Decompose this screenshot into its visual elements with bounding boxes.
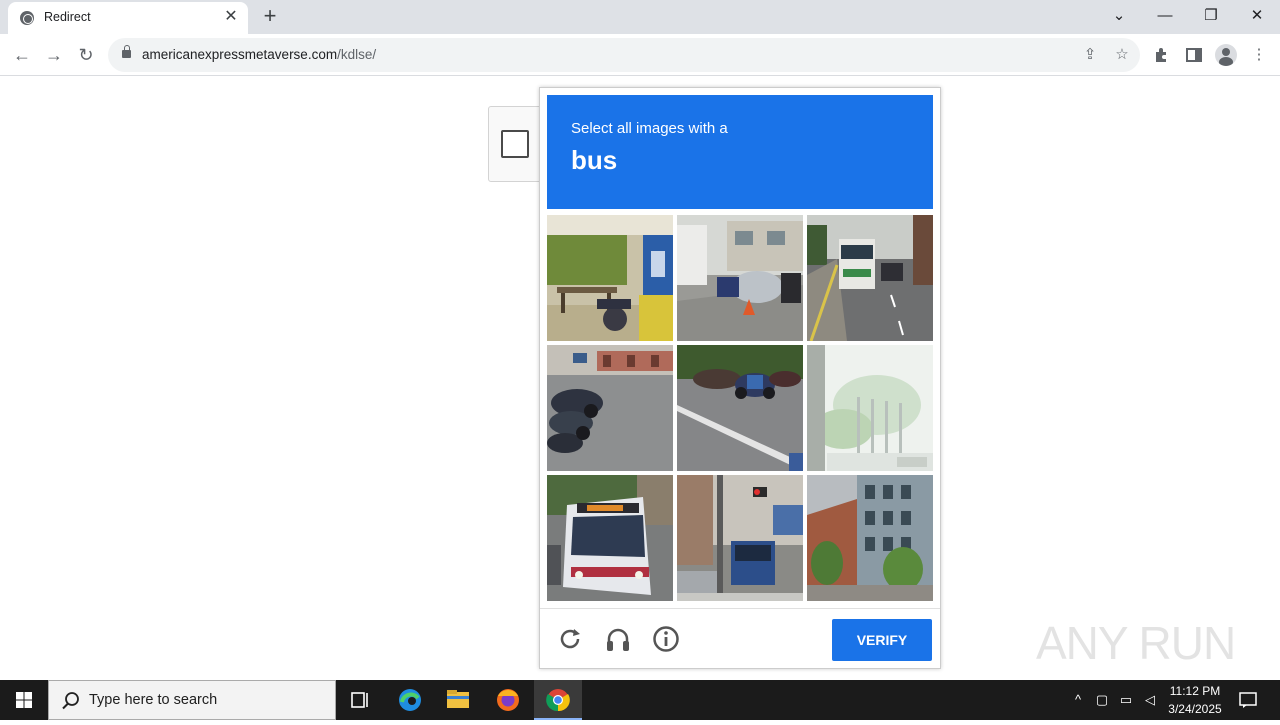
image-grid — [547, 215, 933, 601]
challenge-footer: VERIFY — [540, 608, 940, 668]
captcha-challenge: Select all images with a bus VERIFY — [539, 87, 941, 669]
new-tab-button[interactable]: + — [258, 5, 282, 29]
image-tile[interactable] — [807, 475, 933, 601]
watermark-text: ANY RUN — [1036, 617, 1236, 669]
prompt-instruction: Select all images with a — [571, 120, 728, 137]
side-panel-icon[interactable] — [1183, 44, 1205, 66]
tab-strip: Redirect ✕ + ⌄ — ❐ ✕ — [0, 0, 1280, 34]
challenge-prompt: Select all images with a bus — [547, 95, 933, 209]
minimize-button[interactable]: — — [1147, 4, 1183, 30]
image-tile[interactable] — [807, 345, 933, 471]
network-icon[interactable]: ▭ — [1116, 690, 1136, 710]
menu-kebab-icon[interactable]: ⋮ — [1248, 44, 1270, 66]
url-domain: americanexpressmetaverse.com — [142, 47, 338, 62]
chevron-up-icon[interactable]: ^ — [1068, 690, 1088, 710]
browser-toolbar: ← → ↻ americanexpressmetaverse.com/kdlse… — [0, 34, 1280, 76]
refresh-icon[interactable] — [556, 625, 584, 653]
back-button[interactable]: ← — [10, 43, 34, 67]
edge-icon[interactable] — [386, 680, 434, 720]
profile-avatar[interactable] — [1215, 44, 1237, 66]
url-path: /kdlse/ — [337, 47, 377, 62]
captcha-checkbox[interactable] — [501, 130, 529, 158]
image-tile[interactable] — [807, 215, 933, 341]
image-tile[interactable] — [677, 345, 803, 471]
verify-button[interactable]: VERIFY — [832, 619, 932, 661]
notifications-icon[interactable] — [1238, 690, 1258, 710]
close-window-button[interactable]: ✕ — [1239, 4, 1275, 30]
volume-icon[interactable]: ◁ — [1140, 690, 1160, 710]
clock-time[interactable]: 11:12 PM — [1160, 684, 1230, 698]
taskbar-search[interactable]: Type here to search — [48, 680, 336, 720]
image-tile[interactable] — [547, 475, 673, 601]
forward-button[interactable]: → — [42, 43, 66, 67]
headphones-icon[interactable] — [604, 625, 632, 653]
image-tile[interactable] — [677, 475, 803, 601]
search-placeholder: Type here to search — [89, 692, 218, 708]
prompt-target: bus — [571, 145, 618, 175]
image-tile[interactable] — [677, 215, 803, 341]
chrome-icon[interactable] — [534, 680, 582, 720]
clock-date[interactable]: 3/24/2025 — [1160, 702, 1230, 716]
tab-redirect[interactable]: Redirect ✕ — [8, 2, 248, 34]
lock-icon[interactable] — [122, 45, 131, 58]
globe-icon — [20, 11, 34, 25]
address-bar[interactable]: americanexpressmetaverse.com/kdlse/ ⇪ ☆ — [108, 38, 1140, 72]
restore-button[interactable]: ❐ — [1193, 4, 1229, 30]
reload-button[interactable]: ↻ — [74, 43, 98, 67]
bookmark-star-icon[interactable]: ☆ — [1112, 45, 1132, 65]
device-icon[interactable]: ▢ — [1092, 690, 1112, 710]
share-icon[interactable]: ⇪ — [1080, 45, 1100, 65]
windows-logo-icon — [16, 692, 32, 708]
info-icon[interactable] — [652, 625, 680, 653]
tab-search-chevron-icon[interactable]: ⌄ — [1101, 4, 1137, 30]
tab-title: Redirect — [44, 10, 91, 24]
extensions-icon[interactable] — [1151, 44, 1173, 66]
start-button[interactable] — [0, 680, 48, 720]
image-tile[interactable] — [547, 345, 673, 471]
firefox-icon[interactable] — [484, 680, 532, 720]
url-text[interactable]: americanexpressmetaverse.com/kdlse/ — [142, 47, 376, 62]
taskbar: Type here to search ^ ▢ ▭ ◁ 11:12 PM 3/2… — [0, 680, 1280, 720]
file-explorer-icon[interactable] — [434, 680, 482, 720]
close-icon[interactable]: ✕ — [222, 8, 240, 26]
anyrun-watermark: ANY RUN — [1036, 606, 1236, 672]
task-view-icon[interactable] — [336, 680, 384, 720]
search-icon — [61, 691, 81, 711]
image-tile[interactable] — [547, 215, 673, 341]
